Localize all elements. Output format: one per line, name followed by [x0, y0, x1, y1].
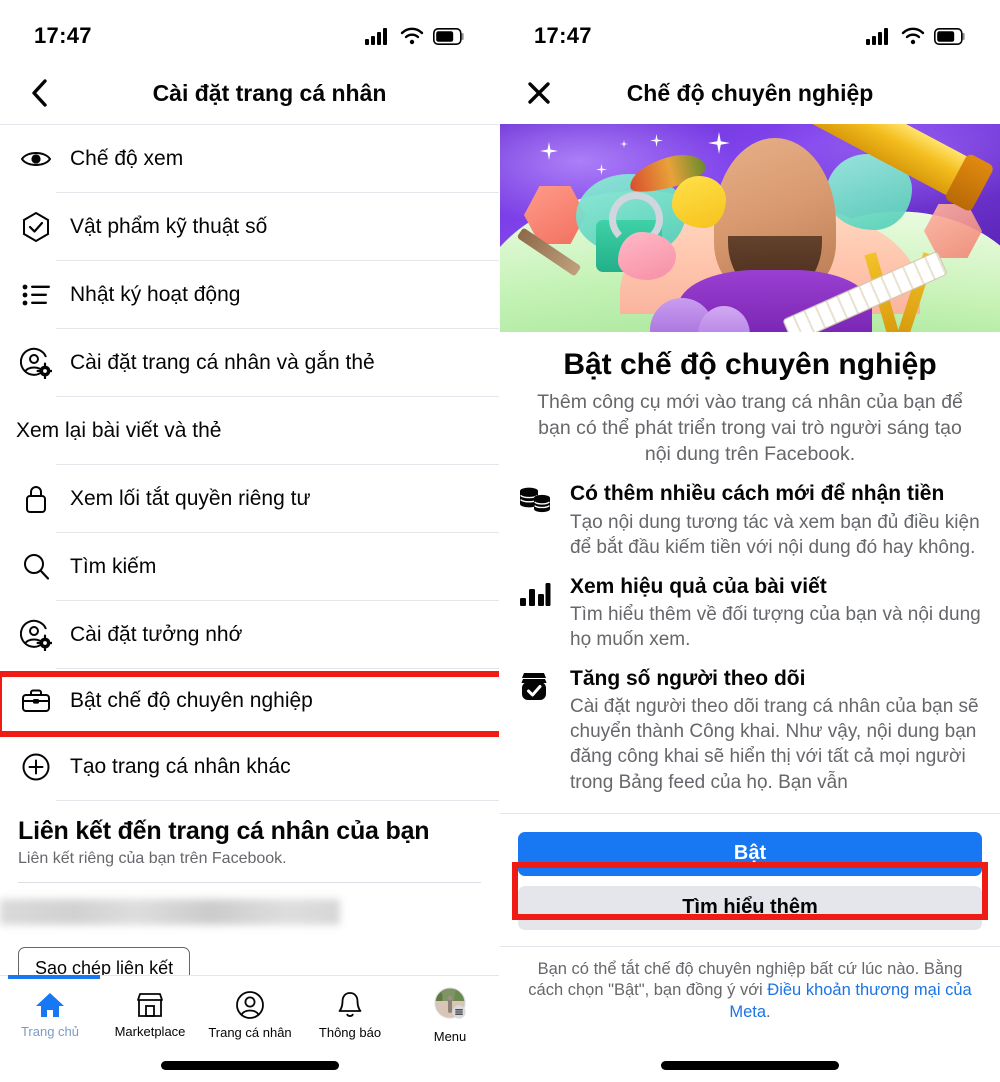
tab-menu[interactable]: Menu — [400, 976, 499, 1054]
enable-professional-mode-button[interactable]: Bật — [518, 831, 982, 876]
feature-desc: Tìm hiểu thêm về đối tượng của bạn và nộ… — [570, 603, 981, 651]
hero-subtitle: Thêm công cụ mới vào trang cá nhân của b… — [537, 390, 963, 466]
list-item-label: Xem lại bài viết và thẻ — [16, 418, 222, 442]
list-item-cai-dat-tuong-nho[interactable]: Cài đặt tưởng nhớ — [0, 601, 499, 668]
page-title: Chế độ chuyên nghiệp — [626, 79, 874, 106]
list-item-nhat-ky-hoat-dong[interactable]: Nhật ký hoạt động — [0, 261, 499, 328]
tab-label: Marketplace — [114, 1024, 186, 1039]
list-item-xem-loi-tat-quyen-rieng-tu[interactable]: Xem lối tắt quyền riêng tư — [0, 465, 499, 532]
list-item-cai-dat-trang-ca-nhan-va-gan-the[interactable]: Cài đặt trang cá nhân và gắn thẻ — [0, 329, 499, 396]
feature-desc: Cài đặt người theo dõi trang cá nhân của… — [570, 696, 979, 793]
eye-icon — [16, 147, 56, 171]
tab-label: Trang chủ — [20, 1024, 80, 1039]
wifi-icon — [901, 27, 925, 45]
list-item-label: Vật phẩm kỹ thuật số — [70, 214, 268, 238]
bottom-tab-bar: Trang chủ Marketplace Trang cá nhân Thôn… — [0, 975, 499, 1082]
home-indicator — [161, 1061, 339, 1070]
right-phone-screen: 17:47 Chế độ chuyên nghiệp Bật chế độ ch… — [500, 0, 1000, 1082]
home-indicator — [661, 1061, 839, 1070]
feature-title: Có thêm nhiều cách mới để nhận tiền — [570, 482, 945, 506]
tab-label: Trang cá nhân — [208, 1025, 292, 1040]
list-item-che-do-xem[interactable]: Chế độ xem — [0, 125, 499, 192]
status-icons — [365, 27, 465, 45]
list-item-label: Chế độ xem — [70, 146, 184, 170]
left-phone-screen: 17:47 Cài đặt trang cá nhân Chế độ xem V… — [0, 0, 500, 1082]
list-item-label: Tìm kiếm — [70, 554, 157, 578]
professional-mode-body: Bật chế độ chuyên nghiệp Thêm công cụ mớ… — [500, 348, 1000, 1024]
profile-link-section: Liên kết đến trang cá nhân của bạn Liên … — [0, 801, 499, 990]
menu-avatar-icon — [434, 987, 466, 1024]
status-icons — [866, 27, 966, 45]
link-section-subtitle: Liên kết riêng của bạn trên Facebook. — [18, 850, 287, 867]
list-item-label: Xem lối tắt quyền riêng tư — [70, 486, 311, 510]
shield-check-icon — [16, 211, 56, 243]
feature-item-followers: Tăng số người theo dõi Cài đặt người the… — [500, 652, 1000, 795]
tab-label: Menu — [433, 1028, 467, 1044]
settings-list: Chế độ xem Vật phẩm kỹ thuật số Nhật ký … — [0, 125, 499, 801]
active-tab-indicator — [8, 975, 100, 979]
list-item-xem-lai-bai-viet-va-the[interactable]: Xem lại bài viết và thẻ — [0, 397, 499, 464]
briefcase-icon — [16, 687, 56, 715]
left-status-bar: 17:47 — [0, 0, 499, 62]
list-item-tao-trang-ca-nhan-khac[interactable]: Tạo trang cá nhân khác — [0, 733, 499, 800]
memorial-settings-icon — [16, 619, 56, 651]
cellular-signal-icon — [365, 28, 387, 45]
tab-marketplace[interactable]: Marketplace — [100, 976, 200, 1054]
feature-desc: Tạo nội dung tương tác và xem bạn đủ điề… — [570, 511, 980, 558]
footer-divider — [500, 945, 1000, 947]
link-section-rule — [18, 882, 481, 883]
learn-more-button[interactable]: Tìm hiểu thêm — [518, 885, 982, 930]
right-status-bar: 17:47 — [500, 0, 1000, 62]
tab-label: Thông báo — [318, 1025, 382, 1040]
bar-chart-icon — [518, 574, 564, 652]
terms-footnote: Bạn có thể tắt chế độ chuyên nghiệp bất … — [518, 959, 982, 1024]
search-icon — [16, 552, 56, 582]
back-button[interactable] — [22, 76, 56, 110]
list-item-vat-pham-ky-thuat-so[interactable]: Vật phẩm kỹ thuật số — [0, 193, 499, 260]
status-time: 17:47 — [534, 23, 592, 48]
marketplace-icon — [137, 993, 163, 1017]
profile-icon — [236, 991, 264, 1019]
left-nav-bar: Cài đặt trang cá nhân — [0, 62, 499, 124]
list-item-label: Nhật ký hoạt động — [70, 282, 241, 306]
battery-icon — [934, 27, 965, 45]
wifi-icon — [400, 27, 424, 45]
profile-settings-icon — [16, 347, 56, 379]
lock-icon — [16, 484, 56, 514]
battery-icon — [433, 27, 464, 45]
hero-title: Bật chế độ chuyên nghiệp — [563, 348, 937, 381]
status-time: 17:47 — [34, 23, 92, 48]
activity-log-icon — [16, 281, 56, 309]
list-item-label: Bật chế độ chuyên nghiệp — [70, 688, 313, 712]
bell-icon — [338, 992, 362, 1017]
chevron-left-icon — [32, 79, 47, 107]
plus-circle-icon — [16, 752, 56, 782]
list-item-label: Cài đặt trang cá nhân và gắn thẻ — [70, 350, 375, 374]
right-nav-bar: Chế độ chuyên nghiệp — [500, 62, 1000, 124]
footnote-text-post: . — [766, 1003, 771, 1022]
close-button[interactable] — [522, 76, 556, 110]
link-section-title: Liên kết đến trang cá nhân của bạn — [18, 817, 430, 845]
list-item-bat-che-do-chuyen-nghiep[interactable]: Bật chế độ chuyên nghiệp — [0, 669, 499, 732]
feature-item-insights: Xem hiệu quả của bài viết Tìm hiểu thêm … — [500, 560, 1000, 652]
profile-url-value[interactable] — [0, 899, 340, 925]
close-x-icon — [528, 82, 550, 104]
list-item-label: Tạo trang cá nhân khác — [70, 754, 291, 778]
list-item-tim-kiem[interactable]: Tìm kiếm — [0, 533, 499, 600]
feature-title: Tăng số người theo dõi — [570, 667, 806, 691]
tab-trang-ca-nhan[interactable]: Trang cá nhân — [200, 976, 300, 1054]
cellular-signal-icon — [866, 28, 888, 45]
tab-thong-bao[interactable]: Thông báo — [300, 976, 400, 1054]
list-item-label: Cài đặt tưởng nhớ — [70, 622, 243, 646]
professional-mode-hero-illustration — [500, 124, 1000, 332]
followers-badge-icon — [518, 666, 564, 795]
screenshot-stage: 17:47 Cài đặt trang cá nhân Chế độ xem V… — [0, 0, 1000, 1082]
page-title: Cài đặt trang cá nhân — [152, 79, 387, 106]
coins-stack-icon — [518, 481, 564, 559]
tab-trang-chu[interactable]: Trang chủ — [0, 976, 100, 1054]
feature-item-monetization: Có thêm nhiều cách mới để nhận tiền Tạo … — [500, 467, 1000, 559]
home-icon — [36, 993, 64, 1017]
feature-title: Xem hiệu quả của bài viết — [570, 574, 827, 598]
